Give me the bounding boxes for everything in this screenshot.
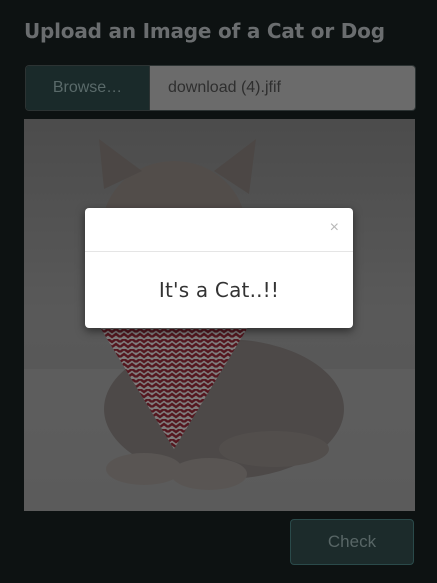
close-icon[interactable]: × xyxy=(330,220,339,236)
file-upload-field[interactable]: Browse… download (4).jfif xyxy=(25,65,416,111)
modal-header: × xyxy=(85,208,353,252)
browse-button[interactable]: Browse… xyxy=(26,66,150,110)
check-button[interactable]: Check xyxy=(290,519,414,565)
page: Upload an Image of a Cat or Dog Browse… … xyxy=(0,0,437,583)
result-message: It's a Cat..!! xyxy=(158,278,280,302)
page-title: Upload an Image of a Cat or Dog xyxy=(24,19,385,43)
modal-body: It's a Cat..!! xyxy=(85,252,353,328)
result-modal: × It's a Cat..!! xyxy=(85,208,353,328)
file-name-display[interactable]: download (4).jfif xyxy=(150,66,415,110)
